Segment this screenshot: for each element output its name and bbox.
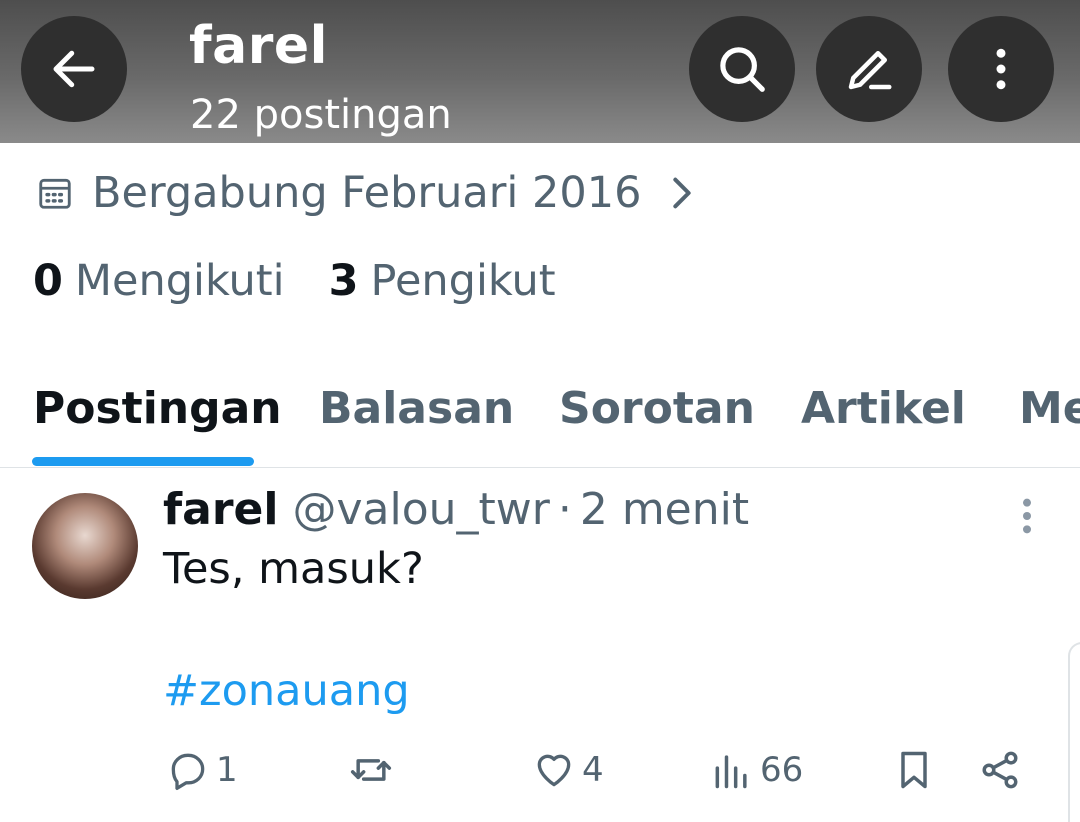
back-button[interactable] bbox=[21, 16, 127, 122]
post-hashtag-link[interactable]: #zonauang bbox=[163, 666, 410, 716]
bookmark-icon bbox=[901, 751, 927, 789]
profile-header: farel 22 postingan bbox=[0, 0, 1080, 143]
repost-icon bbox=[350, 759, 392, 781]
followers-label: Pengikut bbox=[370, 256, 556, 306]
tab-media[interactable]: Me bbox=[1019, 383, 1080, 434]
post-timestamp[interactable]: 2 menit bbox=[580, 484, 749, 535]
post-text: Tes, masuk? bbox=[163, 544, 424, 594]
more-vertical-icon bbox=[996, 48, 1006, 90]
chevron-right-icon bbox=[673, 177, 692, 209]
like-count: 4 bbox=[582, 750, 604, 790]
header-title: farel bbox=[189, 16, 328, 76]
following-link[interactable]: 0 Mengikuti bbox=[33, 256, 285, 306]
followers-link[interactable]: 3 Pengikut bbox=[329, 256, 556, 306]
share-button[interactable] bbox=[978, 748, 1022, 792]
edit-button[interactable] bbox=[816, 16, 922, 122]
post-separator: · bbox=[557, 484, 572, 535]
next-card-edge bbox=[1068, 642, 1080, 822]
header-post-count: 22 postingan bbox=[190, 92, 452, 138]
more-options-button[interactable] bbox=[948, 16, 1054, 122]
edit-icon bbox=[848, 51, 892, 90]
views-icon bbox=[715, 755, 747, 789]
tab-balasan[interactable]: Balasan bbox=[319, 383, 514, 434]
search-icon bbox=[720, 47, 765, 92]
post-more-icon[interactable] bbox=[1016, 496, 1038, 536]
bookmark-button[interactable] bbox=[892, 748, 936, 792]
profile-tabs: Postingan Balasan Sorotan Artikel Me bbox=[0, 375, 1080, 468]
post-header: farel @valou_twr · 2 menit bbox=[163, 484, 749, 535]
active-tab-indicator bbox=[32, 457, 254, 466]
tab-postingan[interactable]: Postingan bbox=[33, 383, 282, 434]
share-icon bbox=[982, 751, 1018, 789]
avatar[interactable] bbox=[32, 493, 138, 599]
followers-count: 3 bbox=[328, 256, 359, 306]
reply-count: 1 bbox=[216, 750, 238, 790]
heart-icon bbox=[537, 754, 571, 787]
repost-button[interactable] bbox=[349, 748, 393, 792]
reply-button[interactable]: 1 bbox=[166, 748, 238, 792]
search-button[interactable] bbox=[689, 16, 795, 122]
calendar-icon bbox=[39, 178, 71, 209]
post-author-name[interactable]: farel bbox=[163, 484, 278, 535]
post-author-handle[interactable]: @valou_twr bbox=[292, 484, 549, 535]
tab-artikel[interactable]: Artikel bbox=[801, 383, 966, 434]
reply-icon bbox=[171, 753, 205, 790]
joined-date-row[interactable]: Bergabung Februari 2016 bbox=[36, 165, 697, 221]
following-count: 0 bbox=[33, 256, 63, 306]
follow-counts: 0 Mengikuti 3 Pengikut bbox=[33, 256, 600, 306]
following-label: Mengikuti bbox=[74, 256, 285, 306]
back-arrow-icon bbox=[53, 50, 95, 88]
joined-date-text: Bergabung Februari 2016 bbox=[92, 168, 642, 218]
views-count: 66 bbox=[760, 750, 804, 790]
tab-sorotan[interactable]: Sorotan bbox=[559, 383, 755, 434]
views-button[interactable]: 66 bbox=[710, 748, 803, 792]
like-button[interactable]: 4 bbox=[532, 748, 604, 792]
